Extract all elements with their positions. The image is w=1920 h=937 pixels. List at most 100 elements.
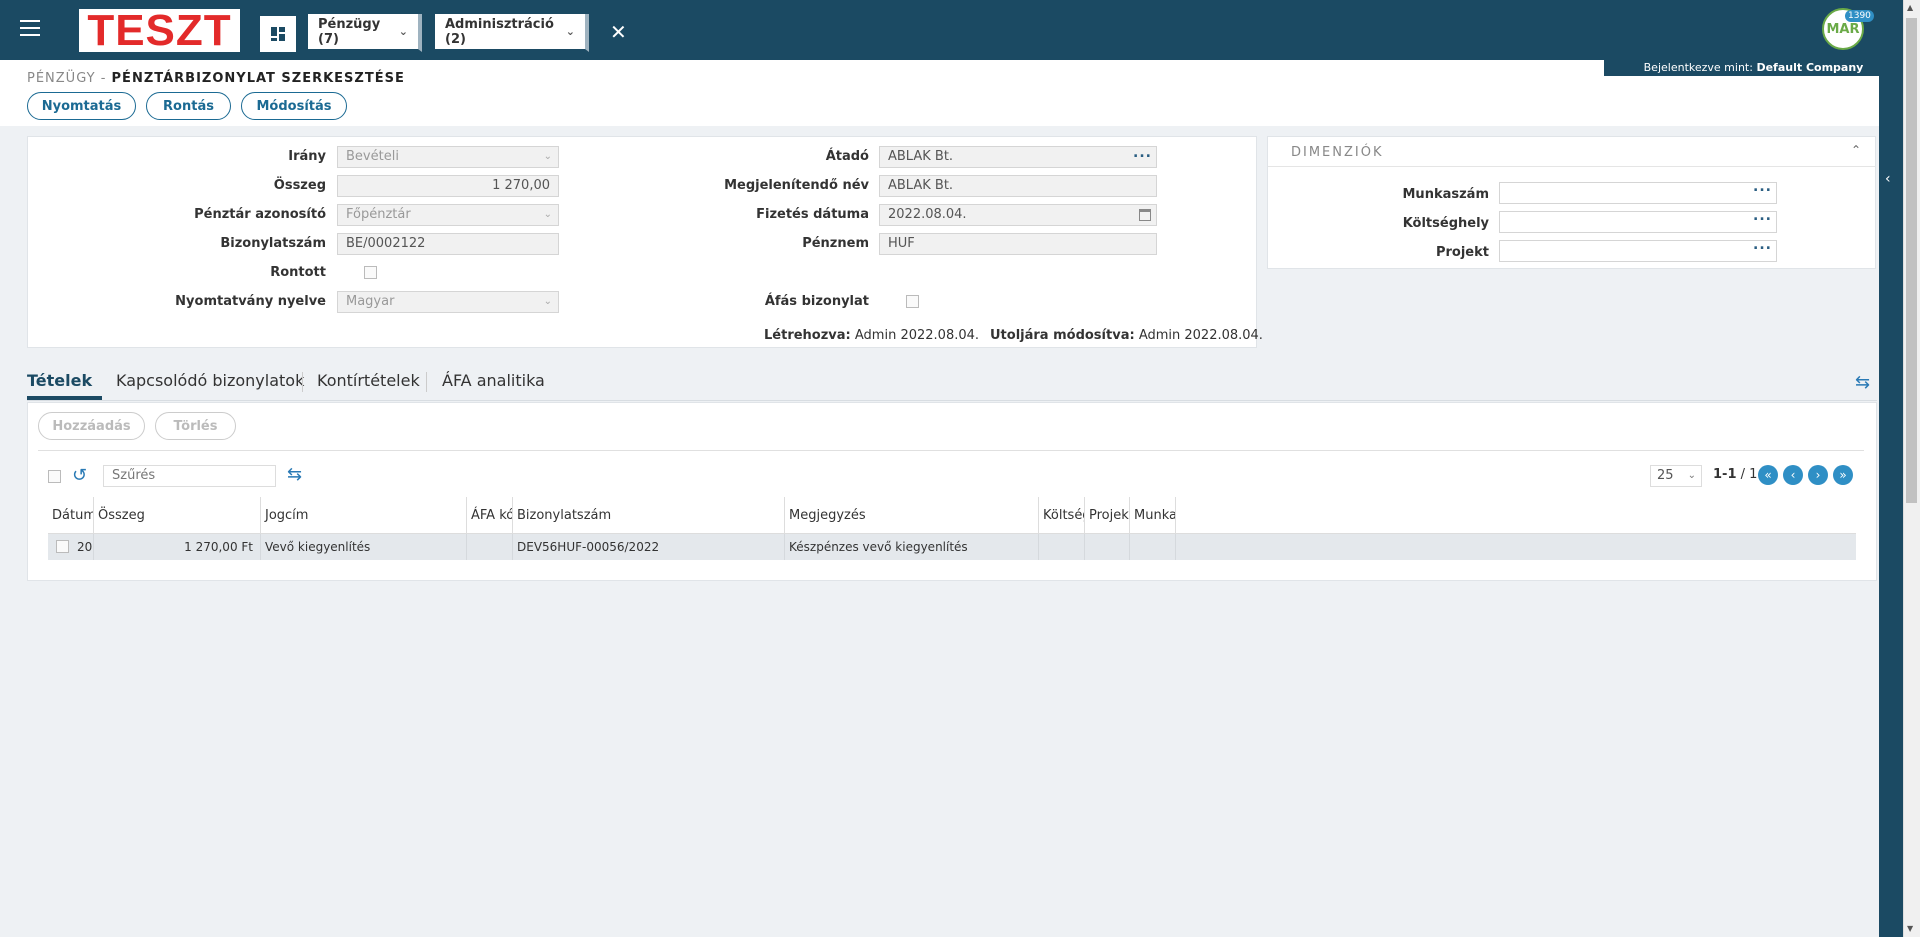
page-title: PÉNZTÁRBIZONYLAT SZERKESZTÉSE: [111, 71, 405, 86]
side-panel: [1879, 60, 1903, 937]
direction-value: Bevételi: [346, 149, 399, 164]
chevron-down-icon: ⌄: [543, 209, 552, 220]
col-amount[interactable]: Összeg: [94, 497, 261, 534]
more-icon[interactable]: ...: [1753, 179, 1772, 195]
dashboard-button[interactable]: [260, 16, 296, 52]
delete-button[interactable]: Törlés: [155, 412, 236, 440]
chevron-down-icon: ⌄: [543, 296, 552, 307]
direction-select[interactable]: Bevételi ⌄: [337, 146, 559, 168]
cashbox-label: Pénztár azonosító: [194, 207, 326, 222]
voided-checkbox[interactable]: [364, 266, 377, 279]
modified-value: Admin 2022.08.04.: [1138, 328, 1263, 343]
created-value: Admin 2022.08.04.: [854, 328, 980, 343]
payer-field[interactable]: ABLAK Bt....: [879, 143, 1157, 168]
swap-icon[interactable]: ⇆: [287, 464, 302, 485]
payment-date-field[interactable]: 2022.08.04.: [879, 204, 1157, 226]
cell-note: Készpénzes vevő kiegyenlítés: [785, 534, 1039, 560]
tab-items[interactable]: Tételek: [27, 366, 102, 400]
currency-label: Pénznem: [802, 236, 869, 251]
voided-label: Rontott: [270, 265, 326, 280]
col-project[interactable]: Projekt: [1085, 497, 1130, 534]
prev-page-icon[interactable]: ‹: [1783, 465, 1803, 485]
chevron-left-icon[interactable]: ‹: [1885, 171, 1891, 187]
more-icon[interactable]: ...: [1133, 143, 1152, 163]
project-label: Projekt: [1435, 245, 1489, 260]
swap-icon[interactable]: ⇆: [1855, 372, 1870, 393]
cashbox-select[interactable]: Főpénztár ⌄: [337, 204, 559, 226]
more-icon[interactable]: ...: [1753, 208, 1772, 224]
tab-separator: [302, 372, 303, 392]
amount-field[interactable]: 1 270,00: [337, 175, 559, 197]
cell-date: 2022.08.04.: [73, 534, 94, 560]
calendar-icon[interactable]: [1139, 209, 1151, 221]
print-language-select[interactable]: Magyar ⌄: [337, 291, 559, 313]
col-voucher-number[interactable]: Bizonylatszám: [513, 497, 785, 534]
grid-header: Dátum Összeg Jogcím ÁFA kód Bizonylatszá…: [48, 497, 1856, 534]
toolbar-divider: [38, 450, 1864, 451]
page-size-value: 25: [1657, 468, 1674, 483]
add-button[interactable]: Hozzáadás: [38, 412, 145, 440]
first-page-icon[interactable]: «: [1758, 465, 1778, 485]
page-total: / 1: [1740, 467, 1758, 482]
col-cost-center[interactable]: Költséghely: [1039, 497, 1085, 534]
col-title[interactable]: Jogcím: [261, 497, 467, 534]
payment-date-label: Fizetés dátuma: [756, 207, 869, 222]
tab-adminisztracio[interactable]: Adminisztráció (2) ⌄: [435, 14, 589, 52]
tab-postings[interactable]: Kontírtételek: [317, 366, 420, 400]
col-project-number[interactable]: Munkaszám: [1130, 497, 1176, 534]
last-page-icon[interactable]: »: [1833, 465, 1853, 485]
print-button[interactable]: Nyomtatás: [27, 92, 136, 120]
dashboard-icon: [271, 27, 285, 41]
refresh-icon[interactable]: ↺: [72, 465, 87, 486]
cell-project-number: [1130, 534, 1176, 560]
col-vat-code[interactable]: ÁFA kód: [467, 497, 513, 534]
tab-vat-analytics[interactable]: ÁFA analitika: [442, 366, 545, 400]
breadcrumb-parent[interactable]: PÉNZÜGY -: [27, 71, 106, 86]
next-page-icon[interactable]: ›: [1808, 465, 1828, 485]
dimensions-header[interactable]: DIMENZIÓK ⌃: [1268, 137, 1875, 167]
page-size-select[interactable]: 25 ⌄: [1650, 465, 1702, 487]
chevron-down-icon: ⌄: [543, 151, 552, 162]
more-icon[interactable]: ...: [1753, 237, 1772, 253]
display-name-field[interactable]: ABLAK Bt.: [879, 175, 1157, 197]
currency-field[interactable]: HUF: [879, 233, 1157, 255]
col-note[interactable]: Megjegyzés: [785, 497, 1039, 534]
chevron-down-icon: ⌄: [565, 25, 575, 38]
logo[interactable]: TESZT: [79, 5, 240, 55]
filter-input[interactable]: Szűrés: [103, 465, 276, 487]
logo-text: TESZT: [87, 5, 232, 55]
scroll-down-icon[interactable]: ▼: [1907, 924, 1913, 933]
vat-voucher-checkbox[interactable]: [906, 295, 919, 308]
login-prefix: Bejelentkezve mint:: [1643, 61, 1753, 74]
tab-separator: [426, 372, 427, 392]
close-icon[interactable]: ✕: [610, 22, 627, 42]
cost-center-field[interactable]: ...: [1499, 208, 1777, 233]
edit-button[interactable]: Módosítás: [241, 92, 347, 120]
scroll-up-icon[interactable]: ▲: [1907, 3, 1913, 12]
cell-vat-code: [467, 534, 513, 560]
tab-penzugy[interactable]: Pénzügy (7) ⌄: [308, 14, 422, 52]
cell-voucher-number: DEV56HUF-00056/2022: [513, 534, 785, 560]
chevron-down-icon: ⌄: [1687, 470, 1696, 481]
table-row[interactable]: 2022.08.04. 1 270,00 Ft Vevő kiegyenlíté…: [48, 534, 1856, 560]
voucher-number-field[interactable]: BE/0002122: [337, 233, 559, 255]
project-number-field[interactable]: ...: [1499, 179, 1777, 204]
scrollbar-thumb[interactable]: [1906, 18, 1917, 503]
tab-label: Adminisztráció (2): [445, 16, 554, 47]
void-button[interactable]: Rontás: [146, 92, 231, 120]
cell-cost-center: [1039, 534, 1085, 560]
col-date[interactable]: Dátum: [48, 497, 94, 534]
created-info: Létrehozva: Admin 2022.08.04.: [764, 328, 979, 343]
chevron-down-icon: ⌄: [398, 25, 408, 38]
row-checkbox[interactable]: [56, 540, 69, 553]
payment-date-value: 2022.08.04.: [888, 207, 967, 222]
menu-icon[interactable]: [20, 20, 40, 38]
tab-related-vouchers[interactable]: Kapcsolódó bizonylatok: [116, 366, 304, 400]
project-field[interactable]: ...: [1499, 237, 1777, 262]
cell-project: [1085, 534, 1130, 560]
avatar-text: MAR: [1826, 21, 1860, 37]
project-number-label: Munkaszám: [1402, 187, 1490, 202]
payer-label: Átadó: [825, 149, 869, 164]
chevron-up-icon[interactable]: ⌃: [1851, 143, 1861, 157]
select-all-checkbox[interactable]: [48, 470, 61, 483]
